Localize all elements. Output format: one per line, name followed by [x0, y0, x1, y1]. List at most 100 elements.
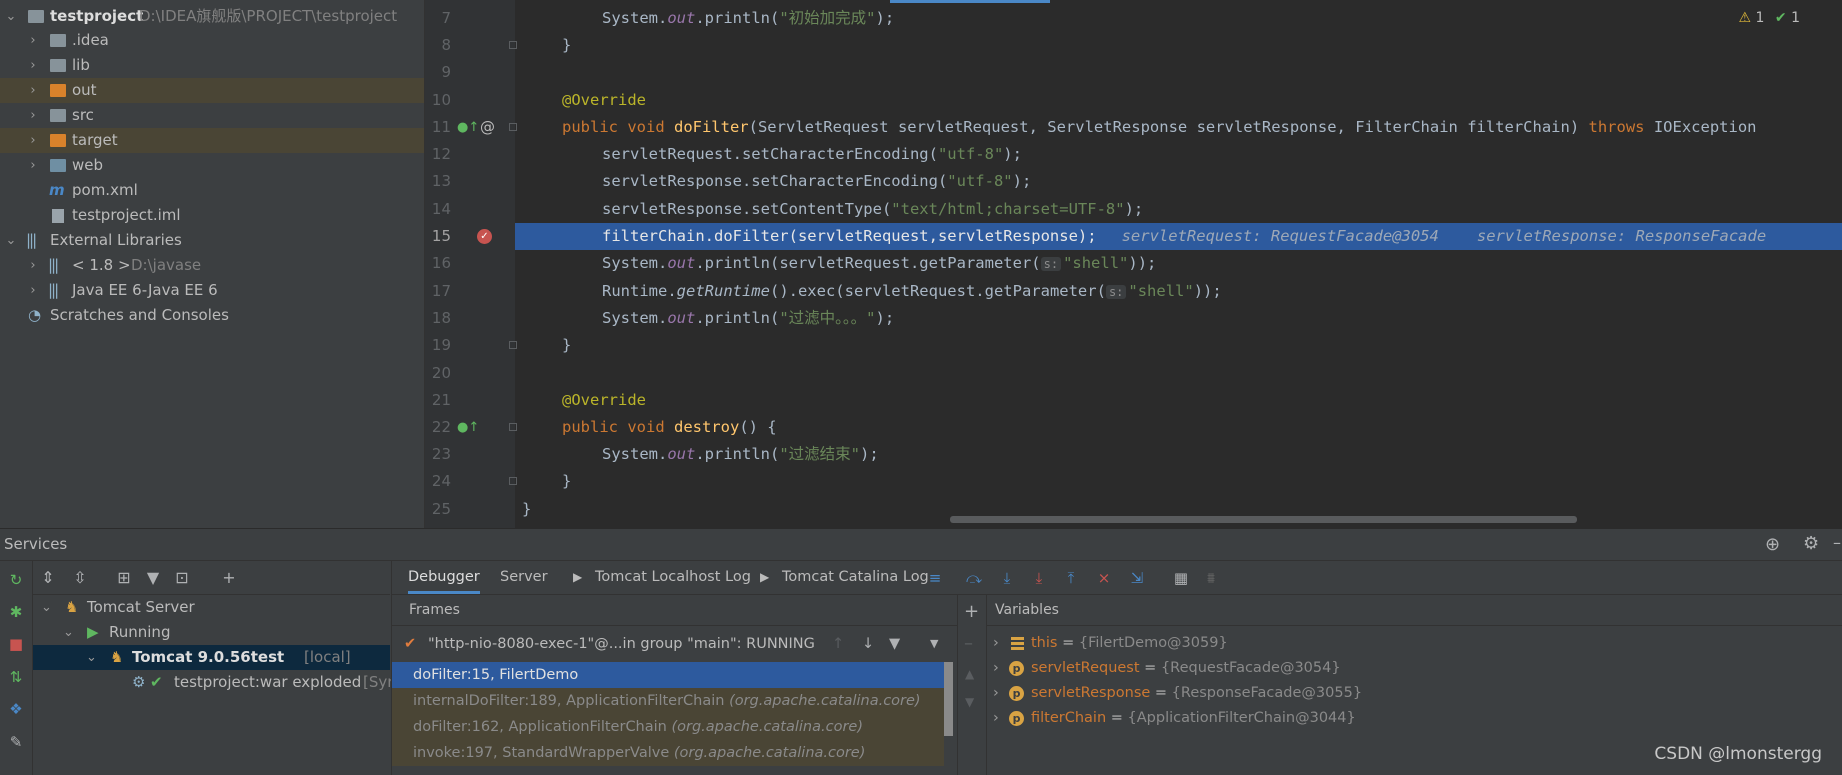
stop-icon[interactable]: ■ [6, 634, 26, 654]
tree-item-target[interactable]: › target [0, 128, 424, 153]
chevron-down-icon[interactable]: ⌄ [41, 595, 52, 620]
variable-row[interactable]: › p servletRequest = {RequestFacade@3054… [987, 656, 1842, 681]
gutter-line[interactable]: 14 [425, 196, 515, 223]
crosshair-icon[interactable]: ⊕ [1765, 534, 1780, 555]
filter-icon[interactable]: ▼ [889, 627, 900, 661]
code-line-11[interactable]: public void doFilter(ServletRequest serv… [515, 114, 1842, 141]
drop-frame-icon[interactable]: ⨯ [1094, 568, 1114, 588]
chevron-right-icon[interactable]: › [993, 631, 999, 656]
minimize-icon[interactable]: – [1833, 533, 1841, 552]
gutter-line[interactable]: 11 ●↑ @ [425, 114, 517, 141]
chevron-right-icon[interactable]: › [993, 706, 999, 731]
update-icon[interactable]: ❖ [6, 699, 26, 719]
gutter-line[interactable]: 7 [425, 5, 515, 32]
tree-running[interactable]: ⌄ ▶ Running [33, 620, 390, 645]
step-out-icon[interactable]: ⤒ [1061, 568, 1081, 588]
frame-row[interactable]: doFilter:162, ApplicationFilterChain (or… [392, 714, 944, 740]
tab-catalina-log[interactable]: Tomcat Catalina Log [782, 561, 929, 594]
frame-row[interactable]: doFilter:15, FilertDemo [392, 662, 944, 688]
chevron-down-icon[interactable]: ⌄ [86, 645, 97, 670]
gutter-line[interactable]: 16 [425, 250, 515, 277]
code-line-19[interactable]: } [515, 332, 1842, 359]
thread-selector[interactable]: ✔ "http-nio-8080-exec-1"@...in group "ma… [392, 627, 957, 661]
gutter-line[interactable]: 17 [425, 278, 515, 305]
chevron-right-icon[interactable]: › [26, 53, 40, 78]
gutter-line[interactable]: 18 [425, 305, 515, 332]
inspection-widget[interactable]: ⚠ 1 ✔ 1 [1739, 10, 1801, 26]
code-editor[interactable]: 7 8 9 10 11 ●↑ @ 12 13 14 15 ✓ 16 17 18 … [425, 0, 1842, 528]
implements-icon[interactable]: ●↑ [457, 414, 479, 441]
add-service-icon[interactable]: + [218, 567, 240, 589]
gutter-line-current[interactable]: 15 ✓ [425, 223, 515, 250]
at-annotation-icon[interactable]: @ [480, 114, 495, 141]
rerun-icon[interactable]: ↻ [6, 570, 26, 590]
arrow-down-icon[interactable]: ↓ [862, 627, 874, 661]
group-by-icon[interactable]: ⊞ [113, 567, 135, 589]
expand-all-icon[interactable]: ⇕ [37, 567, 59, 589]
chevron-right-icon[interactable]: › [26, 103, 40, 128]
chevron-right-icon[interactable]: › [993, 681, 999, 706]
tree-item-out[interactable]: › out [0, 78, 424, 103]
code-line-16[interactable]: System.out.println(servletRequest.getPar… [515, 250, 1842, 277]
implements-icon[interactable]: ●↑ [457, 114, 479, 141]
code-line-7[interactable]: System.out.println("初始加完成"); [515, 5, 1842, 32]
gutter-line[interactable]: 21 [425, 387, 515, 414]
chevron-right-icon[interactable]: › [993, 656, 999, 681]
code-line-24[interactable]: } [515, 468, 1842, 495]
menu-icon[interactable]: ≡ [925, 568, 945, 588]
gutter-line[interactable]: 10 [425, 87, 515, 114]
tree-item-pom[interactable]: m pom.xml [0, 178, 424, 203]
wrench-icon[interactable]: ✎ [6, 732, 26, 752]
variable-row[interactable]: › this = {FilertDemo@3059} [987, 631, 1842, 656]
tree-root-testproject[interactable]: ⌄ testproject D:\IDEA旗舰版\PROJECT\testpro… [0, 4, 424, 29]
deploy-icon[interactable]: ⇅ [6, 667, 26, 687]
code-line-18[interactable]: System.out.println("过滤中。。。"); [515, 305, 1842, 332]
arrow-up-icon[interactable]: ↑ [832, 627, 844, 661]
gutter-line[interactable]: 24 [425, 468, 517, 495]
frame-row[interactable]: internalDoFilter:189, ApplicationFilterC… [392, 688, 944, 714]
gutter-line[interactable]: 9 [425, 59, 515, 86]
tree-item-src[interactable]: › src [0, 103, 424, 128]
code-line-21[interactable]: @Override [515, 387, 1842, 414]
chevron-down-icon[interactable]: ▼ [930, 627, 938, 661]
debug-icon[interactable]: ✱ [6, 602, 26, 622]
code-line-10[interactable]: @Override [515, 87, 1842, 114]
code-line-8[interactable]: } [515, 32, 1842, 59]
chevron-down-icon[interactable]: ⌄ [63, 620, 74, 645]
variable-row[interactable]: › p servletResponse = {ResponseFacade@30… [987, 681, 1842, 706]
gutter-line[interactable]: 8 [425, 32, 517, 59]
tab-server[interactable]: Server [500, 561, 548, 594]
tree-item-iml[interactable]: testproject.iml [0, 203, 424, 228]
tree-item-web[interactable]: › web [0, 153, 424, 178]
code-line-15-current[interactable]: filterChain.doFilter(servletRequest,serv… [515, 223, 1842, 250]
gutter-line[interactable]: 12 [425, 141, 515, 168]
tree-scratches[interactable]: ◔ Scratches and Consoles [0, 303, 424, 328]
tree-tomcat-instance[interactable]: ⌄ ♞ Tomcat 9.0.56test [local] [33, 645, 390, 670]
gutter-line[interactable]: 20 [425, 360, 515, 387]
tree-item-idea[interactable]: › .idea [0, 28, 424, 53]
tree-external-libraries[interactable]: ⌄ ||| External Libraries [0, 228, 424, 253]
step-over-icon[interactable]: ⤼ [964, 568, 984, 588]
chevron-right-icon[interactable]: › [26, 78, 40, 103]
frame-row[interactable]: invoke:197, StandardWrapperValve (org.ap… [392, 740, 944, 766]
variable-row[interactable]: › p filterChain = {ApplicationFilterChai… [987, 706, 1842, 731]
code-line-14[interactable]: servletResponse.setContentType("text/htm… [515, 196, 1842, 223]
code-line-13[interactable]: servletResponse.setCharacterEncoding("ut… [515, 168, 1842, 195]
editor-gutter[interactable]: 7 8 9 10 11 ●↑ @ 12 13 14 15 ✓ 16 17 18 … [425, 0, 517, 528]
run-to-cursor-icon[interactable]: ⇲ [1127, 568, 1147, 588]
evaluate-icon[interactable]: ▦ [1171, 568, 1191, 588]
gutter-line[interactable]: 13 [425, 168, 515, 195]
frames-scrollbar[interactable] [944, 662, 953, 736]
chevron-down-icon[interactable]: ⌄ [4, 228, 18, 253]
trace-icon[interactable]: ⩩ [1201, 568, 1221, 588]
force-step-into-icon[interactable]: ⤓ [1029, 568, 1049, 588]
chevron-right-icon[interactable]: › [26, 253, 40, 278]
step-into-icon[interactable]: ⤓ [997, 568, 1017, 588]
add-watch-icon[interactable]: + [964, 601, 979, 622]
tree-artifact[interactable]: ⚙ ✔ testproject:war exploded [Syn [33, 670, 397, 695]
gutter-line[interactable]: 22 ●↑ [425, 414, 517, 441]
new-tab-icon[interactable]: ⊡ [171, 567, 193, 589]
filter-icon[interactable]: ▼ [142, 567, 164, 589]
move-down-icon[interactable]: ▼ [965, 695, 974, 709]
move-up-icon[interactable]: ▲ [965, 667, 974, 681]
